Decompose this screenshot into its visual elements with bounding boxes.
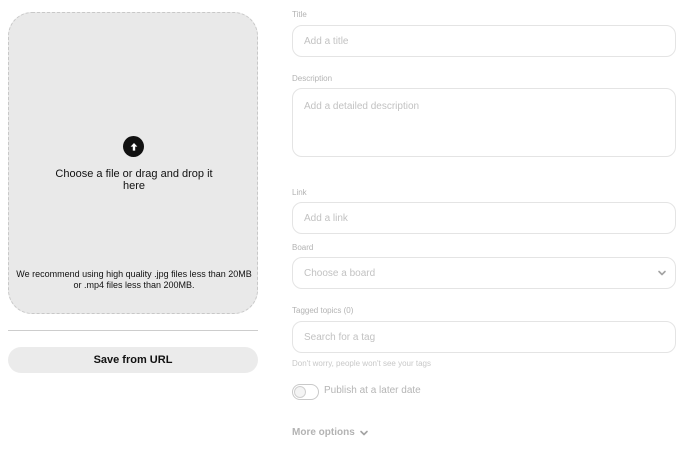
toggle-knob <box>294 386 306 398</box>
more-options-label: More options <box>292 427 355 438</box>
save-from-url-button[interactable]: Save from URL <box>8 347 258 373</box>
tag-search-placeholder: Search for a tag <box>304 331 376 343</box>
board-select[interactable]: Choose a board <box>292 257 676 289</box>
description-input[interactable]: Add a detailed description <box>292 88 676 157</box>
title-input[interactable]: Add a title <box>292 25 676 57</box>
upload-dropzone[interactable]: Choose a file or drag and drop it here W… <box>8 12 258 314</box>
more-options-button[interactable]: More options <box>292 427 369 438</box>
tagged-topics-label: Tagged topics (0) <box>292 306 354 315</box>
upload-recommendation: We recommend using high quality .jpg fil… <box>16 269 252 290</box>
tag-search-input[interactable]: Search for a tag <box>292 321 676 353</box>
title-placeholder: Add a title <box>304 35 349 47</box>
board-label: Board <box>292 243 314 252</box>
upload-prompt: Choose a file or drag and drop it here <box>55 168 213 192</box>
description-placeholder: Add a detailed description <box>304 101 420 112</box>
tags-helper-text: Don't worry, people won't see your tags <box>292 359 431 368</box>
link-input[interactable]: Add a link <box>292 202 676 234</box>
arrow-up-icon <box>130 142 137 151</box>
title-label: Title <box>292 10 307 19</box>
publish-later-label: Publish at a later date <box>324 385 421 396</box>
link-placeholder: Add a link <box>304 212 348 224</box>
description-label: Description <box>292 74 333 83</box>
chevron-down-icon <box>359 430 368 435</box>
board-placeholder: Choose a board <box>304 267 376 279</box>
divider <box>8 330 258 331</box>
save-from-url-label: Save from URL <box>93 354 173 366</box>
upload-button[interactable] <box>123 136 144 157</box>
chevron-down-icon <box>658 270 666 276</box>
link-label: Link <box>292 188 307 197</box>
publish-later-toggle[interactable] <box>292 384 319 400</box>
